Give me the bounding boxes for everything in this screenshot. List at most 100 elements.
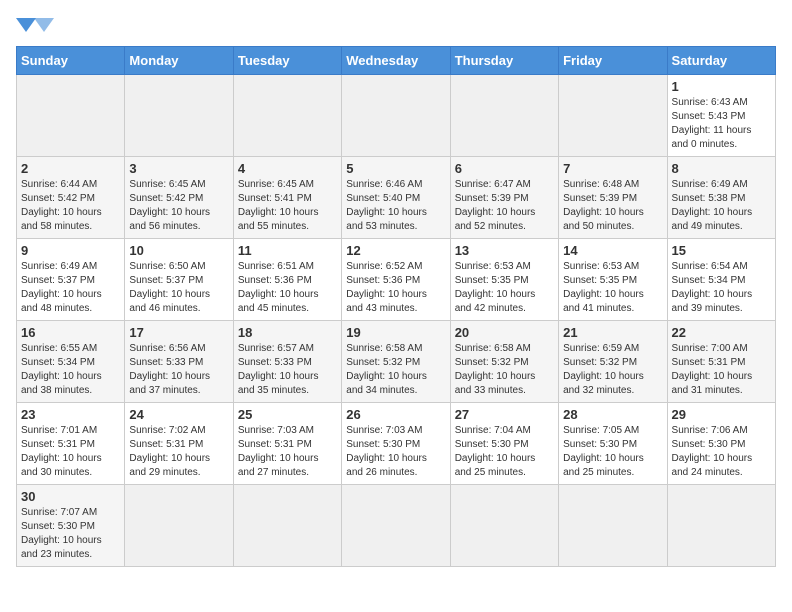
- day-info: Sunrise: 6:55 AMSunset: 5:34 PMDaylight:…: [21, 342, 120, 398]
- calendar-cell: 5 Sunrise: 6:46 AMSunset: 5:40 PMDaylight…: [342, 157, 450, 239]
- day-number: 1: [672, 79, 771, 94]
- calendar-cell: 11Sunrise: 6:51 AMSunset: 5:36 PMDayligh…: [233, 239, 341, 321]
- calendar-week-5: 23Sunrise: 7:01 AMSunset: 5:31 PMDayligh…: [17, 403, 776, 485]
- day-info: Sunrise: 6:58 AMSunset: 5:32 PMDaylight:…: [346, 342, 445, 398]
- day-info: Sunrise: 6:44 AMSunset: 5:42 PMDaylight:…: [21, 178, 120, 234]
- day-number: 24: [129, 407, 228, 422]
- calendar-cell: [559, 75, 667, 157]
- day-info: Sunrise: 6:54 AMSunset: 5:34 PMDaylight:…: [672, 260, 771, 316]
- calendar-cell: 1 Sunrise: 6:43 AMSunset: 5:43 PMDaylight…: [667, 75, 775, 157]
- calendar-cell: 12 Sunrise: 6:52 AMSunset: 5:36 PMDayligh…: [342, 239, 450, 321]
- calendar-cell: 14 Sunrise: 6:53 AMSunset: 5:35 PMDayligh…: [559, 239, 667, 321]
- day-number: 5: [346, 161, 445, 176]
- day-info: Sunrise: 6:53 AMSunset: 5:35 PMDaylight:…: [563, 260, 662, 316]
- day-number: 21: [563, 325, 662, 340]
- calendar-header: SundayMondayTuesdayWednesdayThursdayFrid…: [17, 47, 776, 75]
- calendar-cell: 16 Sunrise: 6:55 AMSunset: 5:34 PMDayligh…: [17, 321, 125, 403]
- calendar-week-3: 9Sunrise: 6:49 AMSunset: 5:37 PMDaylight…: [17, 239, 776, 321]
- day-info: Sunrise: 7:04 AMSunset: 5:30 PMDaylight:…: [455, 424, 554, 480]
- day-number: 18: [238, 325, 337, 340]
- calendar-cell: 28 Sunrise: 7:05 AMSunset: 5:30 PMDayligh…: [559, 403, 667, 485]
- day-info: Sunrise: 6:47 AMSunset: 5:39 PMDaylight:…: [455, 178, 554, 234]
- calendar-cell: 2 Sunrise: 6:44 AMSunset: 5:42 PMDaylight…: [17, 157, 125, 239]
- day-info: Sunrise: 6:50 AMSunset: 5:37 PMDaylight:…: [129, 260, 228, 316]
- calendar-week-2: 2 Sunrise: 6:44 AMSunset: 5:42 PMDaylight…: [17, 157, 776, 239]
- col-header-monday: Monday: [125, 47, 233, 75]
- day-info: Sunrise: 6:46 AMSunset: 5:40 PMDaylight:…: [346, 178, 445, 234]
- calendar-cell: 29 Sunrise: 7:06 AMSunset: 5:30 PMDayligh…: [667, 403, 775, 485]
- day-info: Sunrise: 6:57 AMSunset: 5:33 PMDaylight:…: [238, 342, 337, 398]
- day-number: 12: [346, 243, 445, 258]
- day-number: 7: [563, 161, 662, 176]
- day-info: Sunrise: 6:56 AMSunset: 5:33 PMDaylight:…: [129, 342, 228, 398]
- day-info: Sunrise: 6:52 AMSunset: 5:36 PMDaylight:…: [346, 260, 445, 316]
- calendar-cell: [450, 75, 558, 157]
- calendar-cell: 21 Sunrise: 6:59 AMSunset: 5:32 PMDayligh…: [559, 321, 667, 403]
- day-info: Sunrise: 7:02 AMSunset: 5:31 PMDaylight:…: [129, 424, 228, 480]
- logo-wave-icon: [16, 18, 86, 34]
- day-info: Sunrise: 7:05 AMSunset: 5:30 PMDaylight:…: [563, 424, 662, 480]
- day-info: Sunrise: 7:07 AMSunset: 5:30 PMDaylight:…: [21, 506, 120, 562]
- calendar-cell: [667, 485, 775, 567]
- calendar-cell: [559, 485, 667, 567]
- day-number: 2: [21, 161, 120, 176]
- calendar-cell: [233, 75, 341, 157]
- day-number: 13: [455, 243, 554, 258]
- day-info: Sunrise: 6:59 AMSunset: 5:32 PMDaylight:…: [563, 342, 662, 398]
- calendar-cell: 20Sunrise: 6:58 AMSunset: 5:32 PMDayligh…: [450, 321, 558, 403]
- col-header-tuesday: Tuesday: [233, 47, 341, 75]
- col-header-thursday: Thursday: [450, 47, 558, 75]
- day-info: Sunrise: 7:00 AMSunset: 5:31 PMDaylight:…: [672, 342, 771, 398]
- calendar-cell: 18 Sunrise: 6:57 AMSunset: 5:33 PMDayligh…: [233, 321, 341, 403]
- day-number: 22: [672, 325, 771, 340]
- day-info: Sunrise: 6:43 AMSunset: 5:43 PMDaylight:…: [672, 96, 771, 152]
- calendar-cell: 13 Sunrise: 6:53 AMSunset: 5:35 PMDayligh…: [450, 239, 558, 321]
- calendar-cell: [125, 75, 233, 157]
- calendar-cell: 30 Sunrise: 7:07 AMSunset: 5:30 PMDayligh…: [17, 485, 125, 567]
- day-number: 16: [21, 325, 120, 340]
- calendar-week-4: 16 Sunrise: 6:55 AMSunset: 5:34 PMDayligh…: [17, 321, 776, 403]
- day-number: 10: [129, 243, 228, 258]
- calendar-cell: 25 Sunrise: 7:03 AMSunset: 5:31 PMDayligh…: [233, 403, 341, 485]
- day-info: Sunrise: 7:03 AMSunset: 5:31 PMDaylight:…: [238, 424, 337, 480]
- day-number: 28: [563, 407, 662, 422]
- day-number: 30: [21, 489, 120, 504]
- calendar-cell: 19 Sunrise: 6:58 AMSunset: 5:32 PMDayligh…: [342, 321, 450, 403]
- calendar-week-6: 30 Sunrise: 7:07 AMSunset: 5:30 PMDayligh…: [17, 485, 776, 567]
- page-header: [16, 16, 776, 34]
- calendar-cell: 6 Sunrise: 6:47 AMSunset: 5:39 PMDaylight…: [450, 157, 558, 239]
- calendar-cell: 23Sunrise: 7:01 AMSunset: 5:31 PMDayligh…: [17, 403, 125, 485]
- calendar-cell: 3 Sunrise: 6:45 AMSunset: 5:42 PMDaylight…: [125, 157, 233, 239]
- calendar-cell: 24 Sunrise: 7:02 AMSunset: 5:31 PMDayligh…: [125, 403, 233, 485]
- calendar-cell: [233, 485, 341, 567]
- calendar-cell: 9Sunrise: 6:49 AMSunset: 5:37 PMDaylight…: [17, 239, 125, 321]
- col-header-saturday: Saturday: [667, 47, 775, 75]
- day-number: 29: [672, 407, 771, 422]
- calendar-cell: 15 Sunrise: 6:54 AMSunset: 5:34 PMDayligh…: [667, 239, 775, 321]
- day-info: Sunrise: 6:53 AMSunset: 5:35 PMDaylight:…: [455, 260, 554, 316]
- logo: [16, 16, 86, 34]
- calendar-cell: 7Sunrise: 6:48 AMSunset: 5:39 PMDaylight…: [559, 157, 667, 239]
- calendar-cell: 26Sunrise: 7:03 AMSunset: 5:30 PMDayligh…: [342, 403, 450, 485]
- day-number: 17: [129, 325, 228, 340]
- day-number: 6: [455, 161, 554, 176]
- day-number: 25: [238, 407, 337, 422]
- calendar-cell: [125, 485, 233, 567]
- calendar-cell: 27Sunrise: 7:04 AMSunset: 5:30 PMDayligh…: [450, 403, 558, 485]
- day-info: Sunrise: 6:45 AMSunset: 5:42 PMDaylight:…: [129, 178, 228, 234]
- calendar-cell: 10 Sunrise: 6:50 AMSunset: 5:37 PMDayligh…: [125, 239, 233, 321]
- day-number: 19: [346, 325, 445, 340]
- day-info: Sunrise: 7:06 AMSunset: 5:30 PMDaylight:…: [672, 424, 771, 480]
- calendar-cell: 17 Sunrise: 6:56 AMSunset: 5:33 PMDayligh…: [125, 321, 233, 403]
- day-number: 4: [238, 161, 337, 176]
- day-number: 14: [563, 243, 662, 258]
- day-info: Sunrise: 6:49 AMSunset: 5:38 PMDaylight:…: [672, 178, 771, 234]
- calendar-cell: 22 Sunrise: 7:00 AMSunset: 5:31 PMDayligh…: [667, 321, 775, 403]
- day-number: 3: [129, 161, 228, 176]
- col-header-wednesday: Wednesday: [342, 47, 450, 75]
- calendar-cell: [17, 75, 125, 157]
- calendar-cell: 8Sunrise: 6:49 AMSunset: 5:38 PMDaylight…: [667, 157, 775, 239]
- calendar-cell: [342, 485, 450, 567]
- day-number: 15: [672, 243, 771, 258]
- day-number: 26: [346, 407, 445, 422]
